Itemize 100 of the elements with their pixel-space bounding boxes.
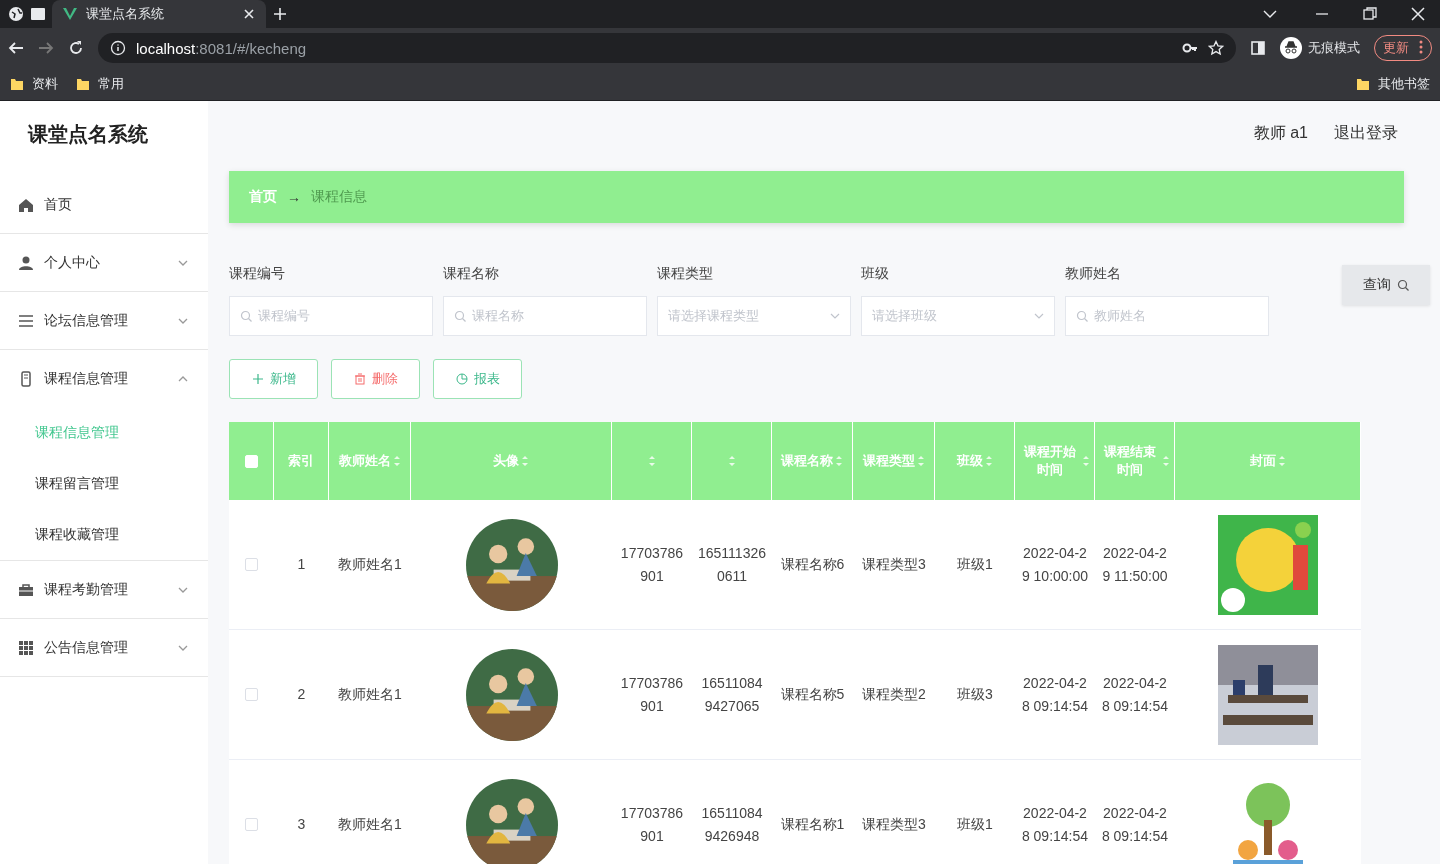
plus-icon[interactable] (272, 6, 288, 22)
field-label: 班级 (861, 265, 890, 283)
search-field[interactable]: 课程名称 (443, 296, 647, 336)
table-cell-text: 教师姓名1 (338, 815, 402, 834)
address-bar[interactable]: localhost:8081/#/kecheng (98, 33, 1236, 63)
info-icon[interactable] (110, 40, 126, 56)
grid-icon (18, 639, 34, 656)
sidebar-item[interactable]: 公告信息管理 (0, 619, 208, 676)
table-cell-text: 课程类型3 (862, 815, 926, 834)
search-icon (454, 310, 466, 322)
field-label: 教师姓名 (1065, 265, 1122, 283)
restore-icon[interactable] (1362, 6, 1378, 22)
side-panel-icon[interactable] (1250, 40, 1266, 56)
row-checkbox[interactable] (245, 688, 258, 701)
folder-icon (10, 77, 24, 91)
sidebar-item[interactable]: 个人中心 (0, 234, 208, 291)
chevron-down-icon (830, 311, 840, 321)
query-button[interactable]: 查询 (1342, 265, 1430, 305)
user-name: 教师 a1 (1253, 123, 1308, 143)
more-icon (1419, 39, 1423, 55)
sidebar-item[interactable]: 课程考勤管理 (0, 561, 208, 618)
folder-icon (76, 77, 90, 91)
pie-chart-icon (455, 373, 468, 385)
sidebar-item[interactable]: 论坛信息管理 (0, 292, 208, 349)
trash-icon (353, 373, 366, 385)
incognito-icon (1280, 37, 1302, 59)
table-cell-text: 2022-04-29 11:50:00 (1101, 543, 1169, 586)
home-icon (18, 196, 34, 213)
app-title: 课堂点名系统 (26, 122, 149, 147)
table-cell-text: 课程类型3 (862, 555, 926, 574)
table-cell-text: 课程名称5 (780, 685, 845, 704)
table-cell-text: 3 (297, 815, 306, 834)
table-cell-text: 课程名称1 (780, 815, 845, 834)
search-field[interactable]: 教师姓名 (1065, 296, 1269, 336)
bookmark[interactable]: 资料 (10, 75, 58, 93)
submenu-item[interactable]: 课程信息管理 (0, 407, 208, 458)
window-icon[interactable] (30, 6, 46, 22)
field-label: 课程名称 (443, 265, 500, 283)
select-field[interactable]: 请选择班级 (861, 296, 1055, 336)
star-icon[interactable] (1208, 40, 1224, 56)
table-cell-text: 2022-04-28 09:14:54 (1021, 673, 1089, 716)
table-cell-text: 2022-04-28 09:14:54 (1101, 673, 1169, 716)
submenu-item[interactable]: 课程收藏管理 (0, 509, 208, 560)
field-label: 课程编号 (229, 265, 286, 283)
submenu-item[interactable]: 课程留言管理 (0, 458, 208, 509)
table-cell-text: 课程类型2 (862, 685, 926, 704)
close-icon[interactable] (242, 7, 256, 21)
url-text: localhost:8081/#/kecheng (136, 39, 307, 57)
logout-link[interactable]: 退出登录 (1334, 123, 1398, 149)
search-icon (1076, 310, 1088, 322)
table-cell-text: 17703786901 (619, 673, 685, 716)
table-cell-text: 2022-04-28 09:14:54 (1021, 803, 1089, 846)
table-cell-text: 2022-04-28 09:14:54 (1101, 803, 1169, 846)
sidebar-item[interactable]: 首页 (0, 176, 208, 233)
reload-icon[interactable] (68, 40, 84, 56)
plus-icon (251, 373, 264, 385)
row-checkbox[interactable] (245, 558, 258, 571)
person-icon (18, 254, 34, 271)
forward-icon[interactable] (38, 40, 54, 56)
delete-button[interactable]: 删除 (331, 359, 420, 399)
bookmark[interactable]: 其他书签 (1356, 75, 1430, 93)
back-icon[interactable] (8, 40, 24, 56)
arrow-separator: → (287, 189, 301, 205)
report-button[interactable]: 报表 (433, 359, 522, 399)
field-label: 课程类型 (657, 265, 714, 283)
table-cell-text: 班级1 (957, 815, 993, 834)
table-cell-text: 17703786901 (619, 803, 685, 846)
table-cell-text: 教师姓名1 (338, 685, 402, 704)
table-cell-text: 17703786901 (619, 543, 685, 586)
select-all-checkbox[interactable] (244, 454, 258, 468)
table-cell-text: 教师姓名1 (338, 555, 402, 574)
browser-tab[interactable]: 课堂点名系统 (52, 0, 266, 28)
add-button[interactable]: 新增 (229, 359, 318, 399)
table-cell-text: 2 (297, 685, 306, 704)
search-icon (240, 310, 252, 322)
row-checkbox[interactable] (245, 818, 258, 831)
search-icon (1397, 279, 1409, 291)
folder-icon (1356, 77, 1370, 91)
table-cell-text: 165110849426948 (700, 803, 764, 846)
menu-icon (18, 312, 34, 329)
briefcase-icon (18, 581, 34, 598)
phone-icon (18, 370, 34, 387)
table-cell-text: 165110849427065 (700, 673, 764, 716)
table-cell-text: 2022-04-29 10:00:00 (1021, 543, 1089, 586)
table-cell-text: 1651113260611 (698, 543, 766, 586)
sidebar-item[interactable]: 课程信息管理 (0, 350, 208, 407)
breadcrumb-item: 课程信息 (311, 188, 367, 206)
table-cell-text: 班级3 (957, 685, 993, 704)
v-logo-icon (62, 6, 78, 22)
tab-title: 课堂点名系统 (86, 5, 165, 23)
search-field[interactable]: 课程编号 (229, 296, 433, 336)
bookmark[interactable]: 常用 (76, 75, 124, 93)
table-cell-text: 课程名称6 (780, 555, 845, 574)
table-cell-text: 1 (297, 555, 306, 574)
table-cell-text: 班级1 (957, 555, 993, 574)
select-field[interactable]: 请选择课程类型 (657, 296, 851, 336)
chevron-down-icon (1034, 311, 1044, 321)
globe-icon[interactable] (8, 6, 24, 22)
close-icon[interactable] (1410, 6, 1426, 22)
incognito-profile[interactable]: 无痕模式 (1280, 37, 1360, 59)
